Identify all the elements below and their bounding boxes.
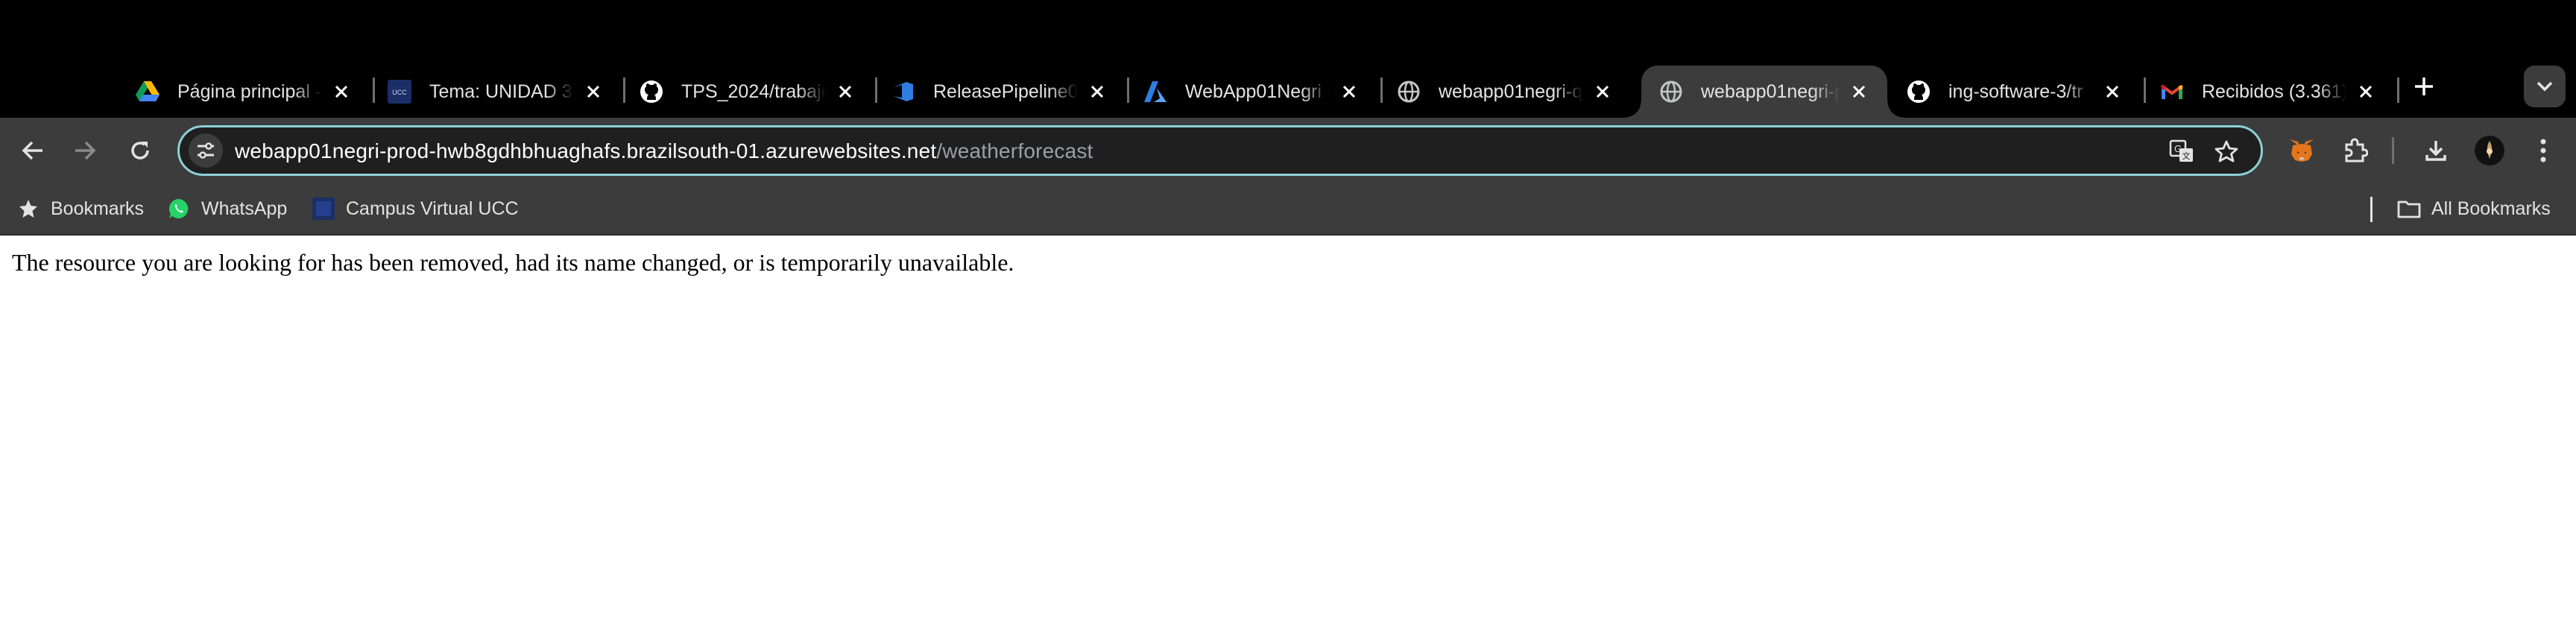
back-arrow-icon: [22, 141, 42, 160]
tab-google-drive[interactable]: Página principal -: [118, 66, 370, 118]
close-icon[interactable]: [1085, 80, 1109, 104]
tab-title: webapp01negri-q: [1439, 80, 1583, 102]
all-bookmarks-button[interactable]: All Bookmarks: [2397, 194, 2551, 224]
page-content: The resource you are looking for has bee…: [0, 236, 2576, 641]
close-icon[interactable]: [1337, 80, 1361, 104]
svg-text:文: 文: [2182, 151, 2191, 161]
forward-button[interactable]: [67, 133, 103, 168]
close-icon[interactable]: [1591, 80, 1614, 104]
tab-github-tps[interactable]: TPS_2024/trabajo: [622, 66, 874, 118]
close-icon[interactable]: [2100, 80, 2124, 104]
whatsapp-icon: [167, 197, 191, 221]
svg-text:UCC: UCC: [392, 89, 407, 96]
profile-button[interactable]: [2472, 133, 2507, 168]
close-icon[interactable]: [2354, 80, 2378, 104]
tab-webapp01negri-azure[interactable]: WebApp01Negri -: [1126, 66, 1377, 118]
close-icon[interactable]: [329, 80, 353, 104]
tab-title: ing-software-3/tr: [1948, 80, 2083, 102]
url-text[interactable]: webapp01negri-prod-hwb8gdhbhuaghafs.braz…: [235, 139, 1093, 163]
menu-button[interactable]: [2525, 133, 2561, 168]
bookmark-label: Campus Virtual UCC: [346, 198, 519, 219]
bookmark-campus-virtual-ucc[interactable]: Campus Virtual UCC: [312, 194, 519, 224]
tab-title: Página principal -: [177, 80, 322, 102]
downloads-button[interactable]: [2418, 133, 2454, 168]
bookmark-label: Bookmarks: [51, 198, 145, 219]
more-vert-icon: [2540, 139, 2546, 162]
translate-button[interactable]: G文: [2165, 135, 2198, 168]
bookmark-label: WhatsApp: [201, 198, 288, 219]
tab-search-button[interactable]: [2524, 66, 2566, 107]
bookmark-bookmarks[interactable]: Bookmarks: [16, 194, 144, 224]
azure-devops-icon: [891, 80, 915, 104]
toolbar-separator: [2392, 137, 2394, 164]
github-icon: [1907, 80, 1931, 104]
bookmark-whatsapp[interactable]: WhatsApp: [167, 194, 287, 224]
address-bar[interactable]: webapp01negri-prod-hwb8gdhbhuaghafs.braz…: [177, 125, 2263, 176]
ucc-icon: UCC: [388, 80, 411, 104]
reload-icon: [131, 142, 149, 160]
globe-icon: [1659, 80, 1683, 104]
url-host: webapp01negri-prod-hwb8gdhbhuaghafs.braz…: [235, 139, 937, 162]
tab-unidad[interactable]: UCC Tema: UNIDAD 3: [370, 66, 622, 118]
tab-github-ing-software[interactable]: ing-software-3/tr: [1889, 66, 2141, 118]
ucc-icon: [312, 197, 335, 221]
close-icon[interactable]: [581, 80, 605, 104]
tab-title: Tema: UNIDAD 3: [429, 80, 572, 102]
github-icon: [640, 80, 663, 104]
azure-icon: [1143, 80, 1167, 104]
translate-icon: G文: [2169, 139, 2193, 162]
download-icon: [2425, 141, 2446, 161]
tab-title: Recibidos (3.361): [2202, 80, 2346, 102]
plus-icon: [2415, 78, 2433, 95]
tab-separator: [2397, 78, 2399, 103]
bookmarks-separator: [2370, 197, 2373, 222]
star-icon: [2214, 140, 2238, 162]
folder-icon: [2397, 197, 2421, 221]
tab-title: webapp01negri-p: [1701, 80, 1840, 102]
close-icon[interactable]: [833, 80, 857, 104]
google-drive-icon: [136, 80, 160, 104]
all-bookmarks-label: All Bookmarks: [2431, 198, 2551, 219]
site-info-button[interactable]: [189, 133, 223, 168]
tune-icon: [198, 142, 214, 159]
tab-title: TPS_2024/trabajo: [681, 80, 826, 102]
new-tab-button[interactable]: [2409, 72, 2439, 101]
avatar: [2475, 136, 2504, 165]
extensions-button[interactable]: [2337, 133, 2373, 168]
puzzle-icon: [2345, 138, 2368, 162]
tab-strip: Página principal - UCC Tema: UNIDAD 3 TP…: [0, 0, 2576, 118]
url-path: /weatherforecast: [936, 139, 1093, 162]
star-icon: [16, 197, 40, 221]
chevron-down-icon: [2536, 81, 2553, 92]
close-icon[interactable]: [1847, 80, 1871, 104]
tab-title: WebApp01Negri -: [1185, 80, 1330, 102]
bookmarks-bar: Bookmarks WhatsApp Campus Virtual UCC Al…: [0, 183, 2576, 236]
globe-icon: [1397, 80, 1421, 104]
back-button[interactable]: [15, 133, 51, 168]
tab-webapp01negri-p-active[interactable]: webapp01negri-p: [1625, 66, 1904, 118]
gmail-icon: [2160, 80, 2184, 104]
forward-arrow-icon: [75, 141, 96, 160]
tab-webapp01negri-q[interactable]: webapp01negri-q: [1379, 66, 1631, 118]
metamask-icon: [2290, 139, 2314, 162]
error-message: The resource you are looking for has bee…: [12, 249, 1014, 276]
reload-button[interactable]: [122, 133, 158, 168]
tab-gmail[interactable]: Recibidos (3.361): [2142, 66, 2394, 118]
tab-release-pipeline[interactable]: ReleasePipeline0: [874, 66, 1126, 118]
tab-title: ReleasePipeline0: [933, 80, 1078, 102]
metamask-extension-button[interactable]: [2284, 133, 2320, 168]
bookmark-star-button[interactable]: [2210, 135, 2243, 168]
